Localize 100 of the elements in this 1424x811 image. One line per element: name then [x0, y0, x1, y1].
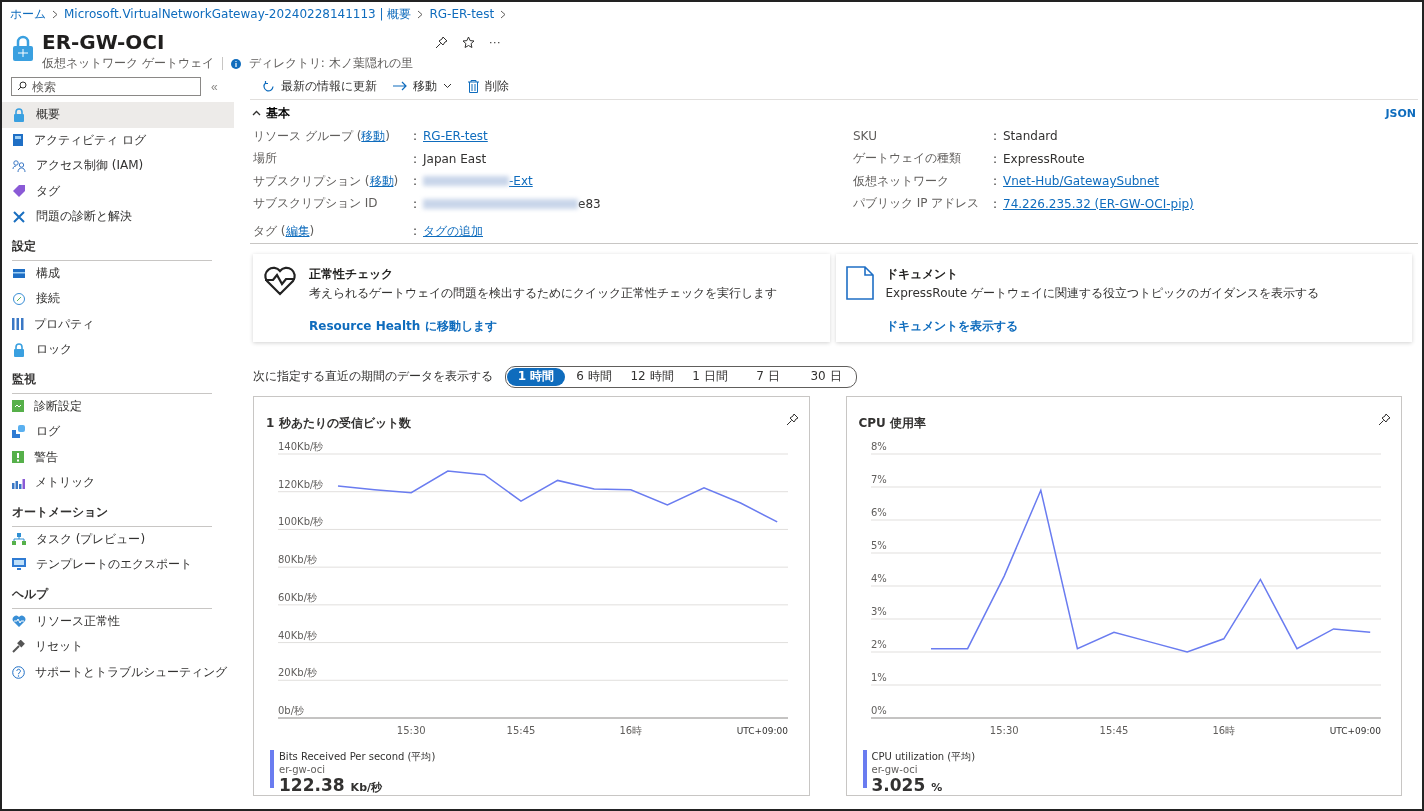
legend-metric-name: CPU utilization (平均)	[871, 749, 976, 764]
pin-button[interactable]	[785, 412, 799, 426]
property-link[interactable]: 移動	[369, 173, 394, 188]
legend-color-bar	[270, 749, 274, 788]
x-axis-label: 15:30	[396, 724, 426, 736]
bars-icon	[12, 318, 24, 331]
y-axis-label: 40Kb/秒	[278, 629, 317, 641]
card-link[interactable]: ドキュメントを表示する	[885, 317, 1319, 335]
heart-pulse-icon	[12, 614, 26, 628]
nav-item[interactable]: 概要	[2, 102, 234, 128]
card-link[interactable]: Resource Health に移動します	[309, 317, 777, 335]
nav-item[interactable]: ロック	[2, 337, 234, 363]
toolbar-button[interactable]: 最新の情報に更新	[262, 77, 377, 95]
lock-icon	[12, 107, 26, 122]
property-value-link[interactable]: タグの追加	[423, 222, 483, 240]
y-axis-label: 6%	[870, 506, 887, 518]
essentials-toggle[interactable]: 基本	[252, 104, 290, 122]
pin-button[interactable]	[1378, 412, 1391, 426]
info-icon	[230, 58, 241, 69]
time-range-option[interactable]: 6 時間	[565, 367, 623, 386]
property-value-link[interactable]: Vnet-Hub/GatewaySubnet	[1003, 174, 1160, 189]
card-description: ExpressRoute ゲートウェイに関連する役立つトピックのガイダンスを表示する	[885, 284, 1319, 302]
nav-item[interactable]: リソース正常性	[2, 608, 234, 634]
y-axis-label: 2%	[870, 638, 887, 650]
monitor-icon	[12, 558, 26, 572]
section-heading: オートメーション	[12, 503, 212, 527]
trash-icon	[468, 79, 479, 93]
y-axis-label: 0b/秒	[278, 704, 305, 716]
nav-item[interactable]: タグ	[2, 178, 234, 204]
timezone-label: UTC+09:00	[736, 725, 788, 736]
nav-item[interactable]: プロパティ	[2, 311, 234, 337]
nav-item[interactable]: タスク (プレビュー)	[2, 526, 234, 552]
log-book-icon	[12, 133, 24, 148]
resource-type: 仮想ネットワーク ゲートウェイ	[42, 55, 214, 72]
x-axis-label: 15:45	[1099, 724, 1128, 736]
section-heading: ヘルプ	[12, 585, 212, 609]
nav-item[interactable]: 警告	[2, 444, 234, 470]
colon: :	[413, 129, 419, 144]
time-range-option[interactable]: 1 日間	[681, 367, 739, 386]
breadcrumb-link[interactable]: ホーム	[10, 5, 46, 23]
property-label: サブスクリプション (移動)	[253, 172, 400, 190]
nav-item[interactable]: 問題の診断と解決	[2, 204, 234, 230]
section-heading: 監視	[12, 370, 212, 394]
cubes-icon	[12, 425, 26, 439]
nav-item[interactable]: ログ	[2, 419, 234, 445]
connection-icon	[12, 291, 26, 306]
lock-icon	[12, 35, 34, 61]
property-value-link[interactable]: RG-ER-test	[423, 129, 488, 144]
colon: :	[413, 224, 419, 239]
nav-item[interactable]: テンプレートのエクスポート	[2, 552, 234, 578]
nav-item[interactable]: 診断設定	[2, 393, 234, 419]
property-value: Japan East	[423, 151, 487, 166]
property-link[interactable]: 編集	[285, 223, 310, 238]
time-range-option[interactable]: 1 時間	[507, 367, 565, 386]
card-title: ドキュメント	[885, 265, 959, 283]
colon: :	[413, 151, 419, 166]
nav-item[interactable]: アクティビティ ログ	[2, 127, 234, 153]
breadcrumb-link[interactable]: RG-ER-test	[429, 7, 495, 21]
people-icon	[12, 158, 26, 173]
heart-pulse-icon	[263, 265, 297, 296]
nav-item[interactable]: 接続	[2, 286, 234, 312]
property-value: ExpressRoute	[1003, 151, 1085, 166]
property-value-link[interactable]: -Ext	[509, 174, 533, 189]
document-icon	[845, 265, 874, 300]
more-button[interactable]: ···	[488, 35, 501, 49]
toolbar-button[interactable]: 移動	[393, 77, 452, 95]
time-range-option[interactable]: 12 時間	[623, 367, 681, 386]
y-axis-label: 1%	[870, 671, 887, 683]
colon: :	[993, 174, 999, 189]
alert-icon	[12, 451, 24, 464]
time-range-option[interactable]: 7 日	[739, 367, 797, 386]
nav-item[interactable]: リセット	[2, 634, 234, 660]
property-label: ゲートウェイの種類	[853, 150, 962, 168]
nav-item[interactable]: メトリック	[2, 470, 234, 496]
breadcrumb-link[interactable]: Microsoft.VirtualNetworkGateway-20240228141113 | 概要	[64, 5, 412, 23]
time-range-option[interactable]: 30 日	[797, 367, 855, 386]
refresh-icon	[262, 79, 275, 93]
collapse-button[interactable]: «	[211, 79, 218, 94]
nav-item[interactable]: アクセス制御 (IAM)	[2, 153, 234, 179]
y-axis-label: 7%	[870, 473, 887, 485]
y-axis-label: 4%	[870, 572, 887, 584]
x-axis-label: 15:30	[989, 724, 1019, 736]
nav-item[interactable]: サポートとトラブルシューティング	[2, 659, 234, 685]
pin-button[interactable]	[434, 35, 448, 49]
property-link[interactable]: 移動	[361, 128, 386, 143]
property-value-link[interactable]: 74.226.235.32 (ER-GW-OCI-pip)	[1003, 196, 1194, 211]
nav-item[interactable]: 構成	[2, 260, 234, 286]
section-heading: 設定	[12, 237, 212, 261]
legend-resource: er-gw-oci	[871, 763, 919, 775]
tag-icon	[12, 184, 26, 199]
y-axis-label: 120Kb/秒	[278, 478, 324, 490]
resource-title: ER-GW-OCI	[42, 29, 166, 55]
search-field[interactable]: 検索	[11, 77, 201, 96]
lock-icon	[12, 342, 26, 357]
json-link[interactable]: JSON	[1385, 106, 1416, 120]
favorite-button[interactable]	[461, 35, 475, 49]
chart-title: CPU 使用率	[858, 414, 927, 432]
legend-value: 3.025	[871, 774, 926, 795]
y-axis-label: 80Kb/秒	[278, 553, 317, 565]
toolbar-button[interactable]: 削除	[468, 77, 509, 95]
